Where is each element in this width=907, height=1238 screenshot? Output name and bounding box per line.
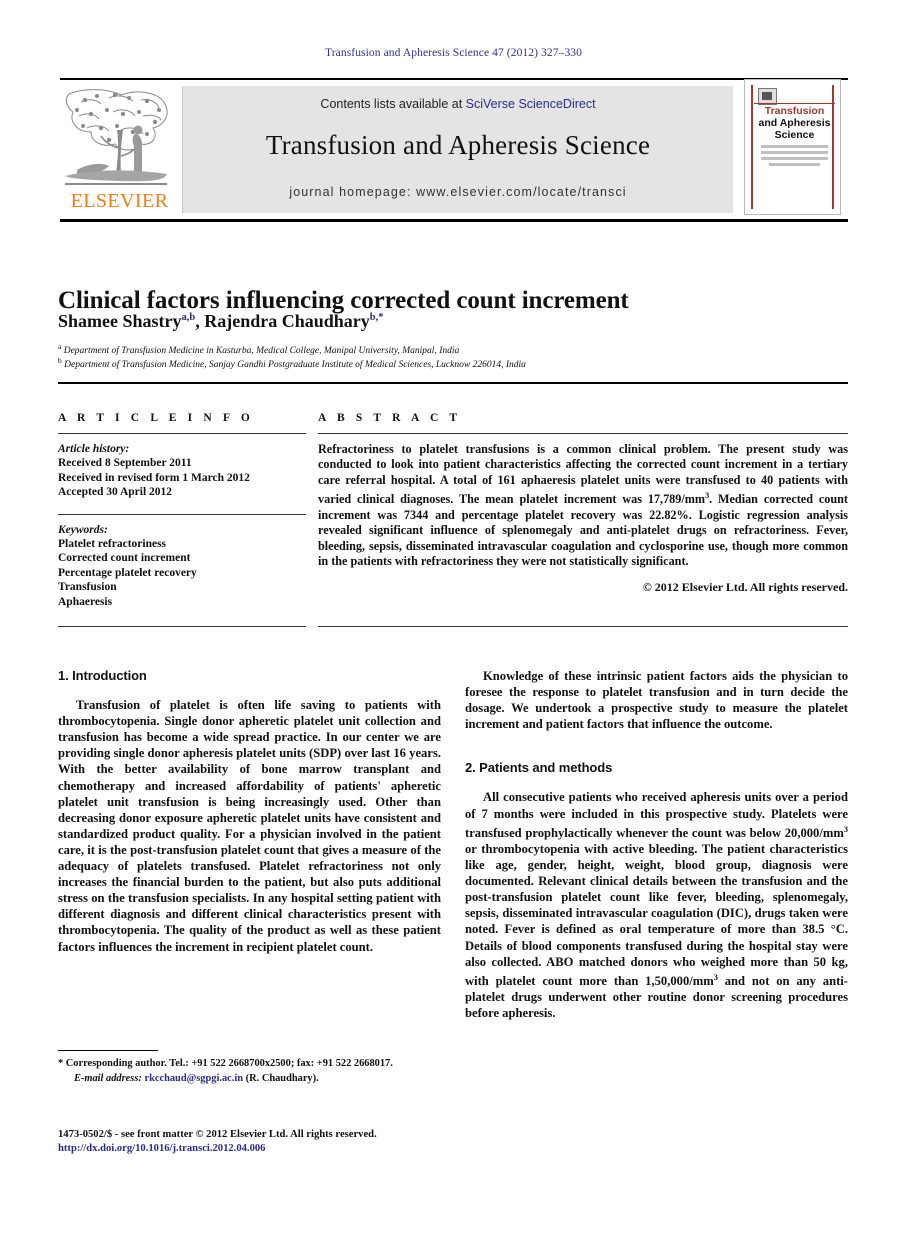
email-owner: (R. Chaudhary). xyxy=(245,1073,319,1085)
journal-title: Transfusion and Apheresis Science xyxy=(265,130,651,160)
elsevier-wordmark: ELSEVIER xyxy=(70,190,169,212)
affiliation-b: b Department of Transfusion Medicine, Sa… xyxy=(58,356,848,370)
journal-article-page: Transfusion and Apheresis Science 47 (20… xyxy=(0,0,907,1238)
author-affil-marker-1: a,b xyxy=(181,312,196,323)
methods-text-b: or thrombocytopenia with active bleeding… xyxy=(465,841,848,988)
masthead-top-rule xyxy=(60,78,848,80)
elsevier-logo: ELSEVIER xyxy=(63,86,176,216)
journal-masthead: ELSEVIER Contents lists available at Sci… xyxy=(60,78,848,226)
keyword-item: Percentage platelet recovery xyxy=(58,566,197,579)
affiliation-a-text: Department of Transfusion Medicine in Ka… xyxy=(63,346,460,357)
methods-superscript-1: 3 xyxy=(843,824,848,834)
journal-homepage[interactable]: journal homepage: www.elsevier.com/locat… xyxy=(183,185,733,199)
cover-rule xyxy=(754,103,835,104)
corresponding-author-line: * Corresponding author. Tel.: +91 522 26… xyxy=(58,1058,393,1069)
article-info-rule xyxy=(58,433,306,434)
keyword-item: Aphaeresis xyxy=(58,595,113,608)
contents-prefix: Contents lists available at xyxy=(320,97,466,111)
keywords-label: Keywords: xyxy=(58,523,108,536)
cover-inner-frame: Transfusion and Apheresis Science xyxy=(751,85,835,209)
abstract-copyright: © 2012 Elsevier Ltd. All rights reserved… xyxy=(642,580,848,595)
methods-text-a: All consecutive patients who received ap… xyxy=(465,790,848,840)
keywords-list: Keywords: Platelet refractoriness Correc… xyxy=(58,523,306,609)
abstract-heading: A B S T R A C T xyxy=(318,412,462,424)
cover-blurb-line xyxy=(761,151,828,154)
author-list: Shamee Shastrya,b, Rajendra Chaudharyb,* xyxy=(58,311,384,331)
author-affil-marker-2: b,* xyxy=(369,312,384,323)
footnote-rule xyxy=(58,1050,158,1051)
article-info-heading: A R T I C L E I N F O xyxy=(58,412,254,424)
email-address-link[interactable]: rkcchaud@sgpgi.ac.in xyxy=(144,1073,243,1084)
article-history: Article history: Received 8 September 20… xyxy=(58,442,306,500)
keywords-block: Keywords: Platelet refractoriness Correc… xyxy=(58,513,306,609)
email-line: E-mail address: rkcchaud@sgpgi.ac.in (R.… xyxy=(74,1072,441,1085)
elsevier-tree-icon xyxy=(65,89,168,185)
cover-title-line1: Transfusion xyxy=(764,105,825,117)
cover-title-line3: Science xyxy=(774,129,815,141)
history-item: Received 8 September 2011 xyxy=(58,457,192,470)
body-column-right: Knowledge of these intrinsic patient fac… xyxy=(465,668,848,1021)
contents-line: Contents lists available at SciVerse Sci… xyxy=(183,97,733,111)
intro-paragraph-2: Knowledge of these intrinsic patient fac… xyxy=(465,669,848,732)
keywords-rule xyxy=(58,513,306,515)
section-heading-introduction: 1. Introduction xyxy=(58,668,147,683)
email-label: E-mail address: xyxy=(74,1073,142,1085)
section-heading-patients-and-methods: 2. Patients and methods xyxy=(465,760,613,776)
doi-link[interactable]: http://dx.doi.org/10.1016/j.transci.2012… xyxy=(58,1142,458,1156)
affiliation-marker-b: b xyxy=(58,356,62,365)
methods-paragraph-1: All consecutive patients who received ap… xyxy=(465,789,848,1021)
affiliation-a: a Department of Transfusion Medicine in … xyxy=(58,342,848,356)
abstract-text: Refractoriness to platelet transfusions … xyxy=(318,442,848,569)
author-name-1: Shamee Shastry xyxy=(58,311,182,331)
corresponding-author-footnote: * Corresponding author. Tel.: +91 522 26… xyxy=(58,1050,441,1086)
history-item: Received in revised form 1 March 2012 xyxy=(58,471,250,484)
masthead-bottom-rule xyxy=(60,219,848,222)
affiliation-b-text: Department of Transfusion Medicine, Sanj… xyxy=(64,360,526,371)
cover-blurb-line xyxy=(761,145,828,148)
journal-cover-thumbnail: Transfusion and Apheresis Science xyxy=(744,79,841,215)
keyword-item: Transfusion xyxy=(58,581,117,594)
running-head: Transfusion and Apheresis Science 47 (20… xyxy=(324,47,582,59)
abstract-bottom-divider xyxy=(318,626,848,627)
page-footer: 1473-0502/$ - see front matter © 2012 El… xyxy=(58,1128,458,1155)
intro-paragraph-1: Transfusion of platelet is often life sa… xyxy=(58,698,441,954)
body-column-left: 1. Introduction Transfusion of platelet … xyxy=(58,668,441,955)
abstract-rule xyxy=(318,433,848,434)
keyword-item: Platelet refractoriness xyxy=(58,538,167,551)
abstract-block: A B S T R A C T Refractoriness to platel… xyxy=(318,412,848,595)
keyword-item: Corrected count increment xyxy=(58,552,191,565)
journal-info-band: Contents lists available at SciVerse Sci… xyxy=(182,86,733,213)
cover-blurb-line xyxy=(761,157,828,160)
issn-copyright-line: 1473-0502/$ - see front matter © 2012 El… xyxy=(58,1129,377,1140)
history-item: Accepted 30 April 2012 xyxy=(58,486,173,499)
cover-title-line2: and Apheresis xyxy=(758,117,831,129)
article-info-block: A R T I C L E I N F O Article history: R… xyxy=(58,412,306,609)
sciencedirect-link[interactable]: SciVerse ScienceDirect xyxy=(466,97,596,111)
header-divider xyxy=(58,382,848,384)
article-history-label: Article history: xyxy=(58,443,130,455)
author-name-2: Rajendra Chaudhary xyxy=(204,311,370,331)
cover-blurb-line xyxy=(769,163,820,166)
affiliation-marker-a: a xyxy=(58,342,62,351)
info-bottom-divider xyxy=(58,626,306,627)
